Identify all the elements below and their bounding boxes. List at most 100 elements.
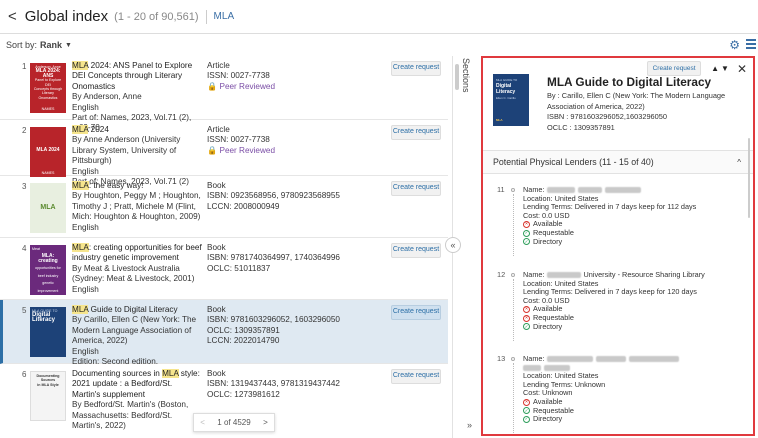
cover-text: Documenting Sources [36,374,60,383]
create-request-button[interactable]: Create request [647,61,702,76]
cover-text: Ellen C. Carillo [496,96,516,100]
back-chevron-icon[interactable]: < [8,8,17,25]
caret-down-icon[interactable]: ▼ [65,42,72,49]
page-indicator: 1 of 4529 [217,418,251,427]
lender-body: Name: Location: United States Lending Te… [523,185,745,247]
result-title[interactable]: MLA Guide to Digital Literacy [72,305,202,315]
cover-thumbnail: Anderson, Anne MLA 2024: ANS Panel to Ex… [30,63,66,113]
timeline-rail [513,279,514,341]
create-request-button[interactable]: Create request [391,243,441,258]
highlight-term: MLA [72,181,89,190]
result-author: By Carillo, Ellen C (New York: The Moder… [72,315,197,346]
lock-icon: 🔒 [207,81,218,91]
result-info: Documenting sources in MLA style: 2021 u… [72,369,202,431]
close-icon[interactable]: ✕ [737,62,747,76]
result-title[interactable]: Documenting sources in MLA style: 2021 u… [72,369,202,400]
sort-label: Sort by: [6,40,38,50]
result-isbn: ISBN: 1319437443, 9781319437442 [207,379,340,389]
result-number: 6 [22,370,27,379]
highlight-term: MLA [162,369,179,378]
list-item[interactable]: 2 MLA 2024 NAMES MLA 2024 By Anne Anders… [0,120,448,186]
cover-thumbnail: MLA GUIDE TO Digital Literacy Ellen C. C… [493,74,529,126]
detail-toolbar: Create request ▲ ▼ ✕ [647,61,747,76]
expand-sections-button[interactable]: » [467,420,472,430]
scrollbar[interactable] [455,64,459,90]
redacted-text [523,364,541,371]
sections-label[interactable]: Sections [461,58,471,93]
collapse-panel-button[interactable]: « [445,237,461,253]
hamburger-menu-icon[interactable] [746,39,756,51]
result-title[interactable]: MLA 2024: ANS Panel to Explore DEI Conce… [72,61,202,92]
result-type: Article [207,61,230,70]
cover-thumbnail: MLA GUIDE TO Digital Literacy [30,307,66,357]
next-record-icon[interactable]: ▼ [721,64,729,73]
result-isbn: ISBN: 9781740364997, 1740364996 [207,253,340,263]
result-type: Book [207,305,226,314]
results-list: 1 Anderson, Anne MLA 2024: ANS Panel to … [0,56,448,438]
timeline-dot [511,357,515,361]
status-label: Directory [533,414,563,424]
list-item[interactable]: 4 Meat MLA: creating opportunities for b… [0,238,448,300]
lock-icon: 🔒 [207,145,218,155]
redacted-text [628,356,679,363]
previous-record-icon[interactable]: ▲ [711,64,719,73]
list-item[interactable]: 3 MLA MLA: the easy way! By Houghton, Pe… [0,176,448,238]
result-oclc: OCLC: 1309357891 [207,325,280,335]
result-identifiers: Book ISBN: 0923568956, 9780923568955 LCC… [207,181,387,212]
result-identifiers: Article ISSN: 0027-7738 🔒 Peer Reviewed [207,61,387,92]
result-type: Book [207,181,226,190]
check-circle-icon: ✓ [523,229,530,237]
status-directory: ✓ Directory [523,236,745,247]
title-text: 2024: ANS Panel to Explore DEI Concepts … [72,61,193,91]
lender-number: 11 [497,185,505,194]
list-item-selected[interactable]: 5 MLA GUIDE TO Digital Literacy MLA Guid… [0,300,448,366]
list-item[interactable]: 1 Anderson, Anne MLA 2024: ANS Panel to … [0,56,448,132]
result-author: By Anderson, Anne [72,92,142,102]
search-query[interactable]: MLA [214,11,235,22]
cover-thumbnail: Documenting Sources in MLA Style [30,371,66,421]
previous-page-button[interactable]: < [200,418,205,427]
status-directory: ✓ Directory [523,415,745,424]
detail-isbn: ISBN : 9781603296052,1603296050 [547,112,668,121]
create-request-button[interactable]: Create request [391,61,441,76]
highlight-term: MLA [72,125,89,134]
highlight-term: MLA [72,243,89,252]
section-title: Potential Physical Lenders (11 - 15 of 4… [493,157,654,167]
divider [205,9,207,24]
result-oclc: OCLC: 51011837 [207,263,271,273]
result-language: English [72,346,99,356]
create-request-button[interactable]: Create request [391,369,441,384]
result-type: Article [207,125,230,134]
name-label: Name: [523,354,545,363]
sort-dropdown[interactable]: Rank [40,40,62,50]
lender-name: Name: [523,354,745,364]
result-author: By Meat & Livestock Australia (Sydney: M… [72,263,195,284]
next-page-button[interactable]: > [263,418,268,427]
title-text: Guide to Digital Literacy [88,305,178,314]
result-title[interactable]: MLA: the easy way! [72,181,202,191]
result-title[interactable]: MLA: creating opportunities for beef ind… [72,243,202,264]
title-text: Documenting sources in [72,369,163,378]
result-author: By Houghton, Peggy M ; Houghton, Timothy… [72,191,201,222]
redacted-text [544,364,570,371]
result-title[interactable]: MLA 2024 [72,125,202,135]
peer-reviewed-badge: 🔒 Peer Reviewed [207,146,387,156]
status-label: Directory [533,236,563,246]
result-issn: ISSN: 0027-7738 [207,71,270,81]
redacted-text [577,187,602,194]
scrollbar[interactable] [748,138,750,218]
name-text: University - Resource Sharing Library [583,270,705,279]
pagination: < 1 of 4529 > [193,413,275,432]
timeline-rail [513,194,514,256]
create-request-button[interactable]: Create request [391,125,441,140]
peer-reviewed-label: Peer Reviewed [219,81,276,91]
timeline-dot [511,188,515,192]
create-request-button[interactable]: Create request [391,305,441,320]
gear-icon[interactable]: ⚙ [729,38,740,52]
chevron-up-icon[interactable]: ^ [737,158,741,167]
lenders-section-header[interactable]: Potential Physical Lenders (11 - 15 of 4… [483,150,753,174]
create-request-button[interactable]: Create request [391,181,441,196]
result-count: (1 - 20 of 90,561) [114,10,199,23]
x-circle-icon: ✕ [523,314,530,322]
lender-number: 12 [497,270,506,279]
